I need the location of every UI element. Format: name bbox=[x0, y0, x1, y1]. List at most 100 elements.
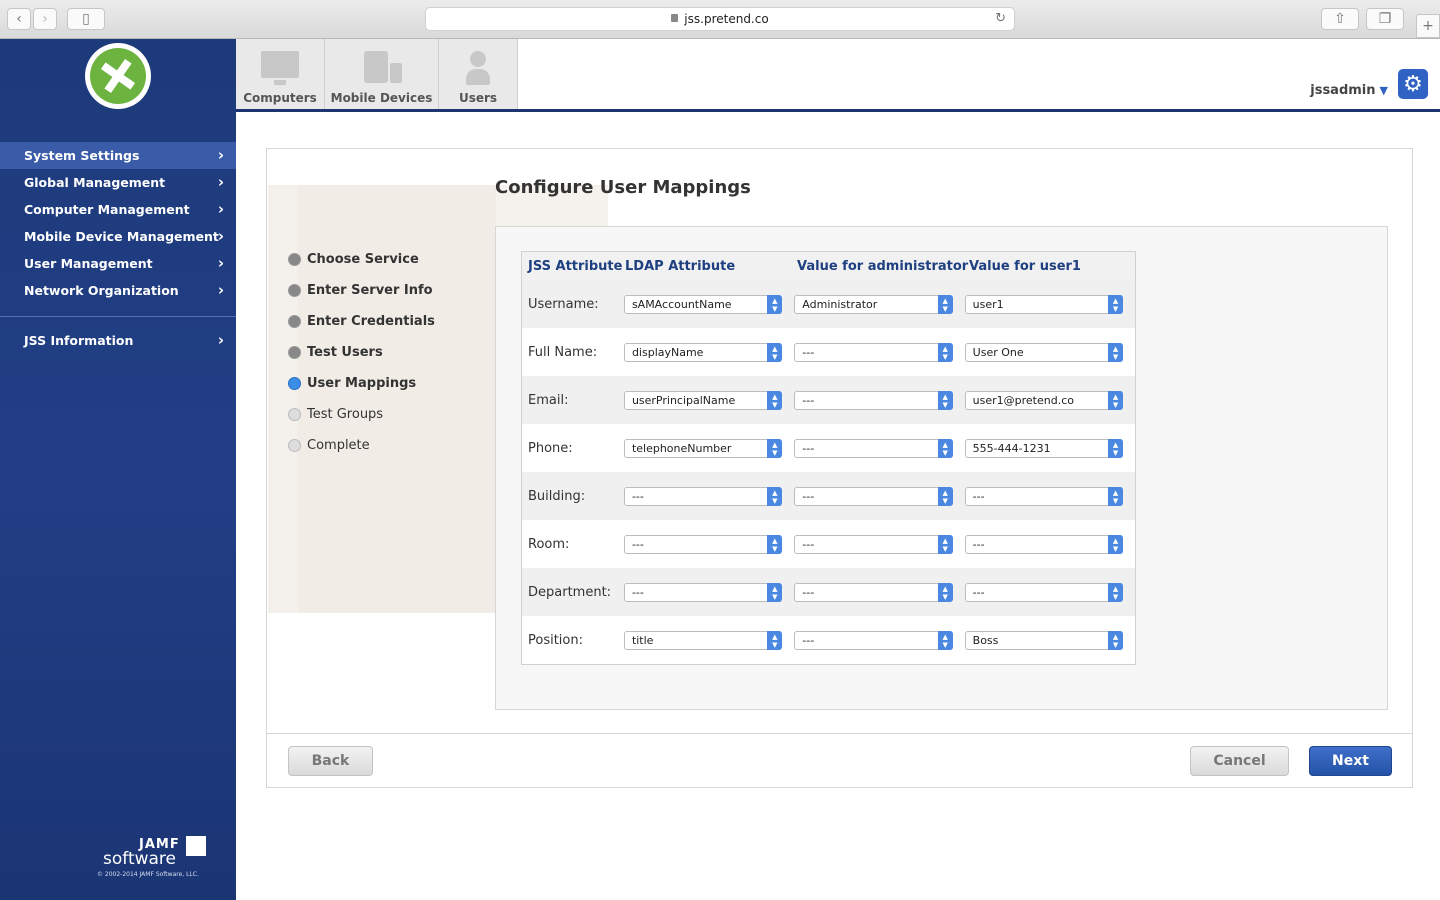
tabs-button[interactable]: ❐ bbox=[1366, 8, 1404, 30]
back-button[interactable]: Back bbox=[288, 746, 373, 776]
select-value: --- bbox=[972, 537, 985, 551]
select-arrows-icon: ▲ ▼ bbox=[1108, 390, 1124, 410]
jss-logo[interactable] bbox=[85, 43, 151, 109]
new-tab-button[interactable]: + bbox=[1416, 14, 1440, 38]
step-label: Enter Credentials bbox=[307, 314, 435, 329]
admin-select[interactable]: --- ▲ ▼ bbox=[794, 390, 953, 410]
select-arrows-icon: ▲ ▼ bbox=[937, 342, 953, 362]
tab-label: Mobile Devices bbox=[330, 91, 433, 105]
user1-select[interactable]: user1 ▲ ▼ bbox=[964, 294, 1124, 314]
tab-mobile-devices[interactable]: Mobile Devices bbox=[325, 39, 439, 109]
tab-label: Computers bbox=[243, 91, 317, 105]
ldap-select[interactable]: telephoneNumber ▲ ▼ bbox=[623, 438, 783, 458]
step-radio-icon bbox=[288, 439, 301, 452]
step-radio-icon bbox=[288, 315, 301, 328]
sidebar-item-label: Mobile Device Management bbox=[24, 229, 219, 244]
step-radio-icon bbox=[288, 408, 301, 421]
ldap-select[interactable]: --- ▲ ▼ bbox=[623, 486, 783, 506]
next-button[interactable]: Next bbox=[1309, 746, 1392, 776]
caret-down-icon: ▼ bbox=[1379, 84, 1388, 97]
column-header: JSS Attribute bbox=[528, 258, 623, 274]
select-arrows-icon: ▲ ▼ bbox=[937, 438, 953, 458]
table-row: Position: title ▲ ▼ --- ▲ ▼ Boss ▲ ▼ bbox=[522, 616, 1135, 664]
select-arrows-icon: ▲ ▼ bbox=[1108, 582, 1124, 602]
wizard-footer: Back Cancel Next bbox=[267, 733, 1412, 788]
tab-users[interactable]: Users bbox=[439, 39, 518, 109]
user1-select[interactable]: --- ▲ ▼ bbox=[964, 486, 1124, 506]
sidebar-item-jss-information[interactable]: JSS Information › bbox=[0, 327, 236, 354]
user1-select[interactable]: User One ▲ ▼ bbox=[964, 342, 1124, 362]
ldap-select[interactable]: --- ▲ ▼ bbox=[623, 534, 783, 554]
mobile-devices-icon bbox=[362, 49, 402, 87]
chevron-right-icon: › bbox=[42, 11, 48, 27]
admin-select[interactable]: --- ▲ ▼ bbox=[794, 582, 953, 602]
ldap-select[interactable]: --- ▲ ▼ bbox=[623, 582, 783, 602]
step-label: Test Users bbox=[307, 345, 383, 360]
share-button[interactable]: ⇧ bbox=[1321, 8, 1359, 30]
sidebar-item-computer-management[interactable]: Computer Management › bbox=[0, 196, 236, 223]
settings-gear-button[interactable]: ⚙ bbox=[1398, 69, 1428, 99]
step-radio-icon bbox=[288, 253, 301, 266]
sidebar-item-user-management[interactable]: User Management › bbox=[0, 250, 236, 277]
select-arrows-icon: ▲ ▼ bbox=[937, 294, 953, 314]
ldap-select[interactable]: userPrincipalName ▲ ▼ bbox=[623, 390, 783, 410]
back-nav-button[interactable]: ‹ bbox=[7, 8, 31, 30]
tab-computers[interactable]: Computers bbox=[236, 39, 325, 109]
sidebar-item-system-settings[interactable]: System Settings › bbox=[0, 142, 236, 169]
admin-select[interactable]: --- ▲ ▼ bbox=[794, 342, 953, 362]
step-radio-icon bbox=[288, 346, 301, 359]
admin-select[interactable]: --- ▲ ▼ bbox=[794, 630, 953, 650]
select-value: Administrator bbox=[802, 297, 878, 311]
wizard-steps: Choose Service Enter Server Info Enter C… bbox=[288, 244, 435, 461]
table-row: Building: --- ▲ ▼ --- ▲ ▼ --- ▲ ▼ bbox=[522, 472, 1135, 520]
wizard-step-current: User Mappings bbox=[288, 368, 435, 399]
select-value: --- bbox=[802, 537, 815, 551]
select-arrows-icon: ▲ ▼ bbox=[937, 486, 953, 506]
row-label: Room: bbox=[528, 536, 570, 552]
select-arrows-icon: ▲ ▼ bbox=[1108, 534, 1124, 554]
sidebar: System Settings › Global Management › Co… bbox=[0, 39, 236, 900]
sidebar-toggle-button[interactable]: ▯ bbox=[67, 8, 105, 30]
forward-nav-button[interactable]: › bbox=[33, 8, 57, 30]
wizard-step: Choose Service bbox=[288, 244, 435, 275]
sidebar-item-network-organization[interactable]: Network Organization › bbox=[0, 277, 236, 304]
lock-icon bbox=[671, 14, 679, 22]
admin-select[interactable]: --- ▲ ▼ bbox=[794, 438, 953, 458]
select-value: --- bbox=[802, 345, 815, 359]
user1-select[interactable]: --- ▲ ▼ bbox=[964, 582, 1124, 602]
admin-select[interactable]: --- ▲ ▼ bbox=[794, 534, 953, 554]
user1-select[interactable]: Boss ▲ ▼ bbox=[964, 630, 1124, 650]
admin-select[interactable]: --- ▲ ▼ bbox=[794, 486, 953, 506]
select-arrows-icon: ▲ ▼ bbox=[767, 294, 783, 314]
user1-select[interactable]: 555-444-1231 ▲ ▼ bbox=[964, 438, 1124, 458]
step-label: User Mappings bbox=[307, 376, 417, 391]
select-value: Boss bbox=[972, 633, 999, 647]
select-value: --- bbox=[802, 489, 815, 503]
username: jssadmin bbox=[1310, 83, 1376, 98]
step-label: Enter Server Info bbox=[307, 283, 433, 298]
select-arrows-icon: ▲ ▼ bbox=[767, 630, 783, 650]
admin-select[interactable]: Administrator ▲ ▼ bbox=[794, 294, 953, 314]
chevron-right-icon: › bbox=[217, 227, 224, 245]
select-arrows-icon: ▲ ▼ bbox=[1108, 630, 1124, 650]
ldap-select[interactable]: displayName ▲ ▼ bbox=[623, 342, 783, 362]
step-radio-icon bbox=[288, 284, 301, 297]
user-menu[interactable]: jssadmin ▼ bbox=[1310, 83, 1388, 98]
select-value: User One bbox=[972, 345, 1024, 359]
user1-select[interactable]: --- ▲ ▼ bbox=[964, 534, 1124, 554]
row-label: Building: bbox=[528, 488, 586, 504]
sidebar-item-label: Network Organization bbox=[24, 283, 179, 298]
reload-icon[interactable]: ↻ bbox=[995, 11, 1006, 26]
sidebar-item-global-management[interactable]: Global Management › bbox=[0, 169, 236, 196]
sidebar-item-mobile-device-management[interactable]: Mobile Device Management › bbox=[0, 223, 236, 250]
chevron-right-icon: › bbox=[217, 200, 224, 218]
address-bar[interactable]: jss.pretend.co ↻ bbox=[425, 7, 1015, 31]
jamf-logo-mark bbox=[186, 836, 206, 856]
mapping-container: JSS Attribute LDAP Attribute Value for a… bbox=[495, 226, 1388, 710]
ldap-select[interactable]: title ▲ ▼ bbox=[623, 630, 783, 650]
ldap-select[interactable]: sAMAccountName ▲ ▼ bbox=[623, 294, 783, 314]
user1-select[interactable]: user1@pretend.co ▲ ▼ bbox=[964, 390, 1124, 410]
software-wordmark: software bbox=[103, 849, 177, 869]
wizard-panel: Configure User Mappings Choose Service E… bbox=[266, 148, 1413, 788]
cancel-button[interactable]: Cancel bbox=[1190, 746, 1289, 776]
